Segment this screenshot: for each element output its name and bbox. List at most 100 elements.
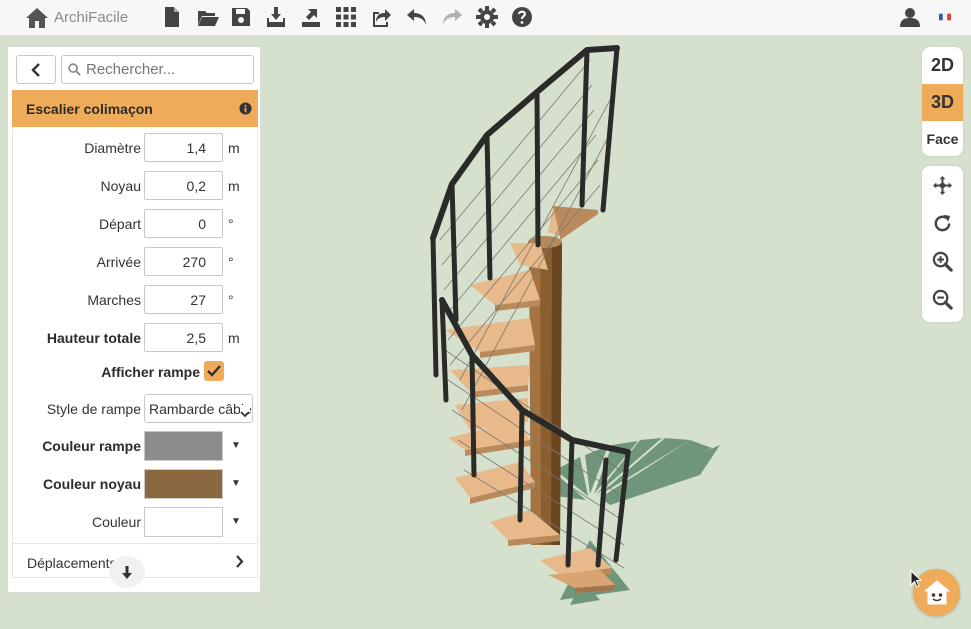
- arrivee-input[interactable]: [144, 247, 223, 276]
- language-button[interactable]: [931, 3, 959, 31]
- couleur-swatch[interactable]: [144, 507, 223, 537]
- couleur-rampe-label: Couleur rampe: [42, 438, 141, 454]
- chevron-down-icon: [240, 405, 250, 418]
- caret-down-icon[interactable]: ▼: [231, 440, 241, 451]
- style-rampe-select[interactable]: Rambarde câbles: [144, 394, 253, 423]
- couleur-noyau-label: Couleur noyau: [42, 476, 141, 492]
- search-icon: [68, 63, 81, 76]
- new-file-button[interactable]: [158, 3, 186, 31]
- hauteur-unit: m: [228, 330, 240, 346]
- stair-properties-form: Diamètre m Noyau m Départ ° Arrivée ° Ma…: [12, 127, 258, 578]
- depart-label: Départ: [98, 216, 141, 232]
- diametre-input[interactable]: [144, 133, 223, 162]
- grid-button[interactable]: [332, 3, 360, 31]
- deplacements-label: Déplacements: [27, 555, 117, 571]
- share-button[interactable]: [367, 3, 395, 31]
- marches-unit: °: [228, 292, 234, 308]
- chevron-right-icon: [236, 555, 244, 568]
- view-3d-button[interactable]: 3D: [922, 84, 963, 121]
- open-folder-icon: [198, 11, 219, 26]
- afficher-rampe-label: Afficher rampe: [101, 364, 200, 380]
- settings-icon: [476, 6, 498, 28]
- scroll-down-button[interactable]: [109, 556, 145, 588]
- arrivee-row: Arrivée °: [13, 247, 259, 277]
- help-button[interactable]: [508, 3, 536, 31]
- noyau-row: Noyau m: [13, 171, 259, 201]
- properties-panel: Escalier colimaçon Diamètre m Noyau m Dé…: [7, 46, 261, 593]
- export-icon: [302, 9, 320, 27]
- rotate-icon: [934, 214, 951, 231]
- navigation-group: [922, 166, 963, 322]
- zoom-out-icon: [932, 289, 953, 310]
- hauteur-row: Hauteur totale m: [13, 323, 259, 353]
- import-button[interactable]: [262, 3, 290, 31]
- info-icon[interactable]: [239, 102, 252, 115]
- style-rampe-row: Style de rampe Rambarde câbles: [13, 394, 259, 424]
- caret-down-icon[interactable]: ▼: [231, 478, 241, 489]
- afficher-rampe-checkbox[interactable]: [204, 361, 224, 381]
- brand[interactable]: ArchiFacile: [25, 7, 128, 29]
- undo-button[interactable]: [403, 3, 431, 31]
- hauteur-input[interactable]: [144, 323, 223, 352]
- search-box: [61, 55, 254, 84]
- zoom-in-icon: [932, 251, 953, 272]
- rotate-button[interactable]: [922, 204, 963, 242]
- search-input[interactable]: [86, 61, 246, 78]
- move-icon: [932, 175, 953, 195]
- move-button[interactable]: [922, 166, 963, 204]
- zoom-in-button[interactable]: [922, 242, 963, 280]
- undo-icon: [407, 9, 426, 25]
- help-icon: [512, 7, 532, 27]
- french-flag-icon: [939, 13, 951, 21]
- export-button[interactable]: [297, 3, 325, 31]
- top-toolbar: ArchiFacile: [0, 0, 971, 36]
- depart-input[interactable]: [144, 209, 223, 238]
- arrivee-unit: °: [228, 254, 234, 270]
- save-button[interactable]: [227, 3, 255, 31]
- arrivee-label: Arrivée: [96, 254, 141, 270]
- open-folder-button[interactable]: [194, 3, 222, 31]
- depart-unit: °: [228, 216, 234, 232]
- share-icon: [373, 9, 391, 27]
- style-rampe-label: Style de rampe: [46, 401, 141, 417]
- diametre-label: Diamètre: [84, 140, 141, 156]
- house-face-icon: [924, 580, 949, 604]
- zoom-out-button[interactable]: [922, 280, 963, 318]
- diametre-row: Diamètre m: [13, 133, 259, 163]
- couleur-rampe-row: Couleur rampe ▼: [13, 431, 259, 461]
- new-file-icon: [165, 7, 179, 27]
- marches-row: Marches °: [13, 285, 259, 315]
- noyau-input[interactable]: [144, 171, 223, 200]
- view-2d-button[interactable]: 2D: [922, 47, 963, 84]
- view-face-button[interactable]: Face: [922, 121, 963, 156]
- checkmark-icon: [207, 365, 221, 377]
- section-header[interactable]: Escalier colimaçon: [12, 90, 258, 127]
- caret-down-icon[interactable]: ▼: [231, 516, 241, 527]
- user-button[interactable]: [896, 3, 924, 31]
- noyau-label: Noyau: [100, 178, 141, 194]
- hauteur-label: Hauteur totale: [46, 330, 141, 346]
- save-icon: [232, 8, 250, 26]
- couleur-row: Couleur ▼: [13, 507, 259, 537]
- arrow-down-icon: [122, 565, 132, 579]
- app-name: ArchiFacile: [54, 9, 129, 26]
- style-rampe-value: Rambarde câbles: [149, 401, 253, 417]
- back-button[interactable]: [16, 55, 56, 84]
- couleur-noyau-swatch[interactable]: [144, 469, 223, 499]
- noyau-unit: m: [228, 178, 240, 194]
- mouse-cursor-icon: [910, 570, 922, 588]
- redo-icon: [443, 9, 462, 25]
- home-icon: [26, 7, 48, 28]
- settings-button[interactable]: [473, 3, 501, 31]
- couleur-noyau-row: Couleur noyau ▼: [13, 469, 259, 499]
- marches-input[interactable]: [144, 285, 223, 314]
- grid-icon: [336, 7, 356, 27]
- couleur-rampe-swatch[interactable]: [144, 431, 223, 461]
- import-icon: [267, 7, 285, 27]
- redo-button[interactable]: [438, 3, 466, 31]
- section-title: Escalier colimaçon: [26, 100, 153, 117]
- chevron-left-icon: [31, 62, 40, 77]
- diametre-unit: m: [228, 140, 240, 156]
- afficher-rampe-row: Afficher rampe: [13, 357, 259, 387]
- view-mode-group: 2D 3D Face: [922, 47, 963, 156]
